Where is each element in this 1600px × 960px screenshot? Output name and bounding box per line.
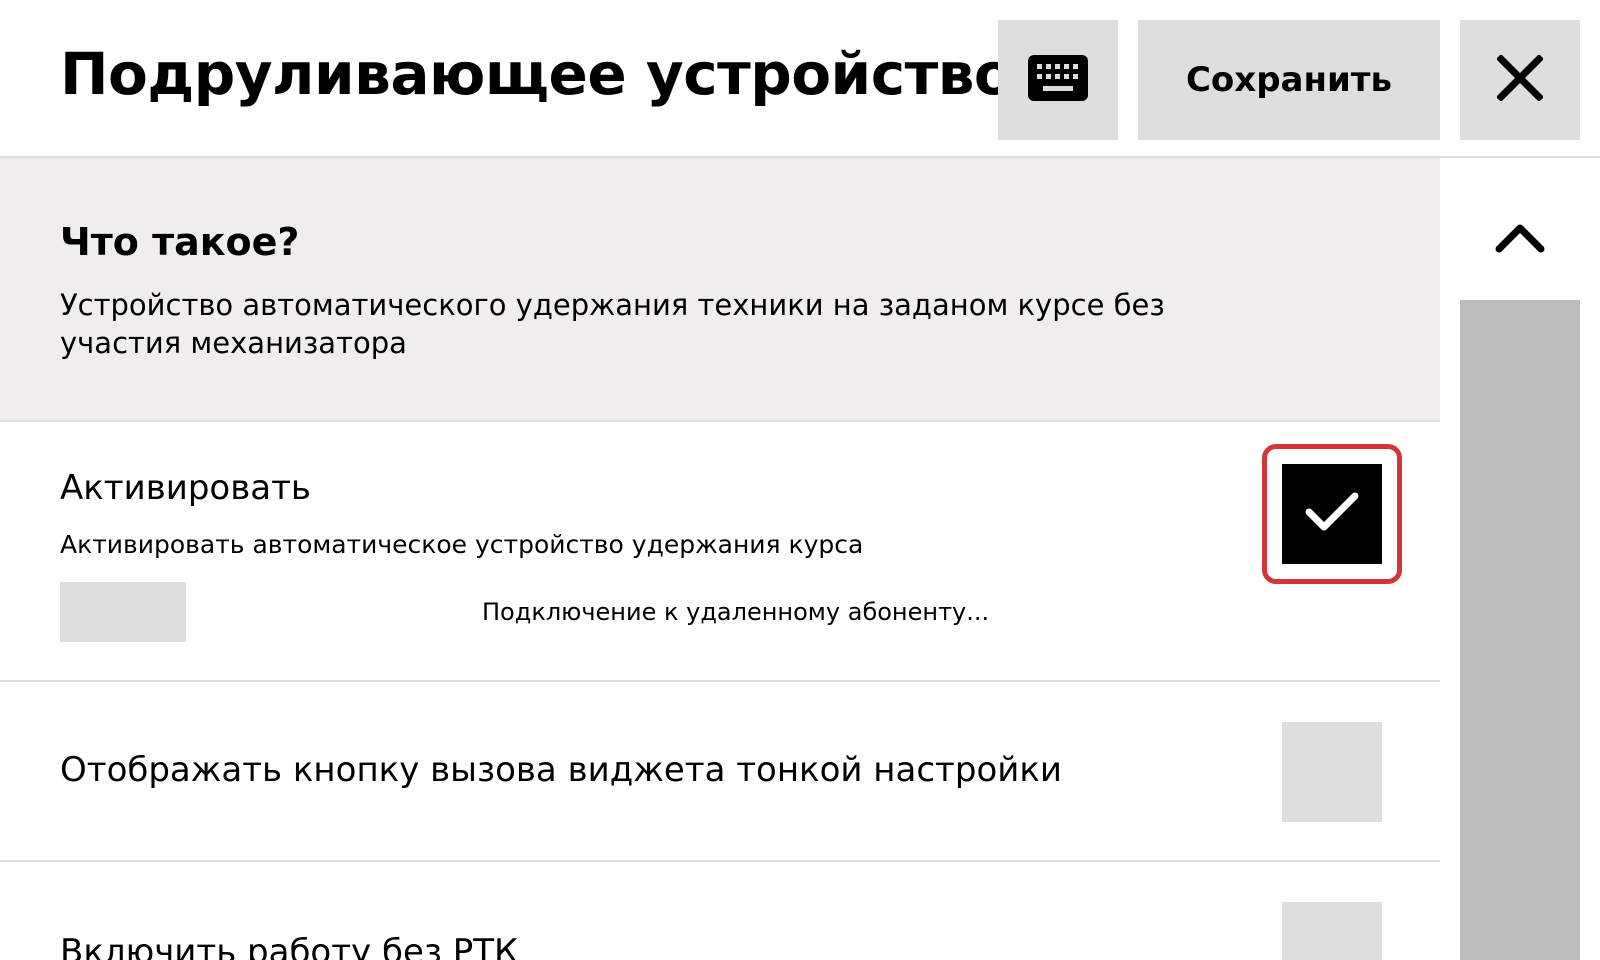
info-heading: Что такое? — [60, 220, 300, 264]
setting-title: Отображать кнопку вызова виджета тонкой … — [60, 750, 1062, 790]
checkbox-checked — [1282, 464, 1382, 564]
info-panel: Что такое? Устройство автоматического уд… — [0, 158, 1440, 422]
keyboard-icon — [1028, 55, 1088, 105]
setting-row-widget-button: Отображать кнопку вызова виджета тонкой … — [0, 682, 1440, 862]
page-title: Подруливающее устройство — [60, 40, 1014, 108]
info-description: Устройство автоматического удержания тех… — [60, 288, 1165, 360]
close-icon — [1496, 54, 1544, 105]
connection-status-text: Подключение к удаленному абоненту... — [482, 598, 990, 626]
setting-description: Активировать автоматическое устройство у… — [60, 530, 864, 559]
keyboard-button[interactable] — [998, 20, 1118, 140]
no-rtk-checkbox[interactable] — [1282, 902, 1382, 960]
header: Подруливающее устройство Сохранить — [0, 0, 1600, 158]
setting-row-no-rtk: Включить работу без РТК — [0, 862, 1440, 960]
close-button[interactable] — [1460, 20, 1580, 140]
setting-title: Активировать — [60, 468, 311, 508]
widget-button-checkbox[interactable] — [1282, 722, 1382, 822]
status-indicator — [60, 582, 186, 642]
scroll-up-button[interactable] — [1460, 180, 1580, 300]
chevron-up-icon — [1495, 223, 1545, 257]
activate-checkbox[interactable] — [1262, 444, 1402, 584]
setting-title: Включить работу без РТК — [60, 932, 519, 960]
settings-screen: Подруливающее устройство Сохранить Что т… — [0, 0, 1600, 960]
save-button[interactable]: Сохранить — [1138, 20, 1440, 140]
settings-content: Что такое? Устройство автоматического уд… — [0, 158, 1440, 960]
checkmark-icon — [1304, 490, 1360, 538]
setting-row-activate: Активировать Активировать автоматическое… — [0, 422, 1440, 682]
